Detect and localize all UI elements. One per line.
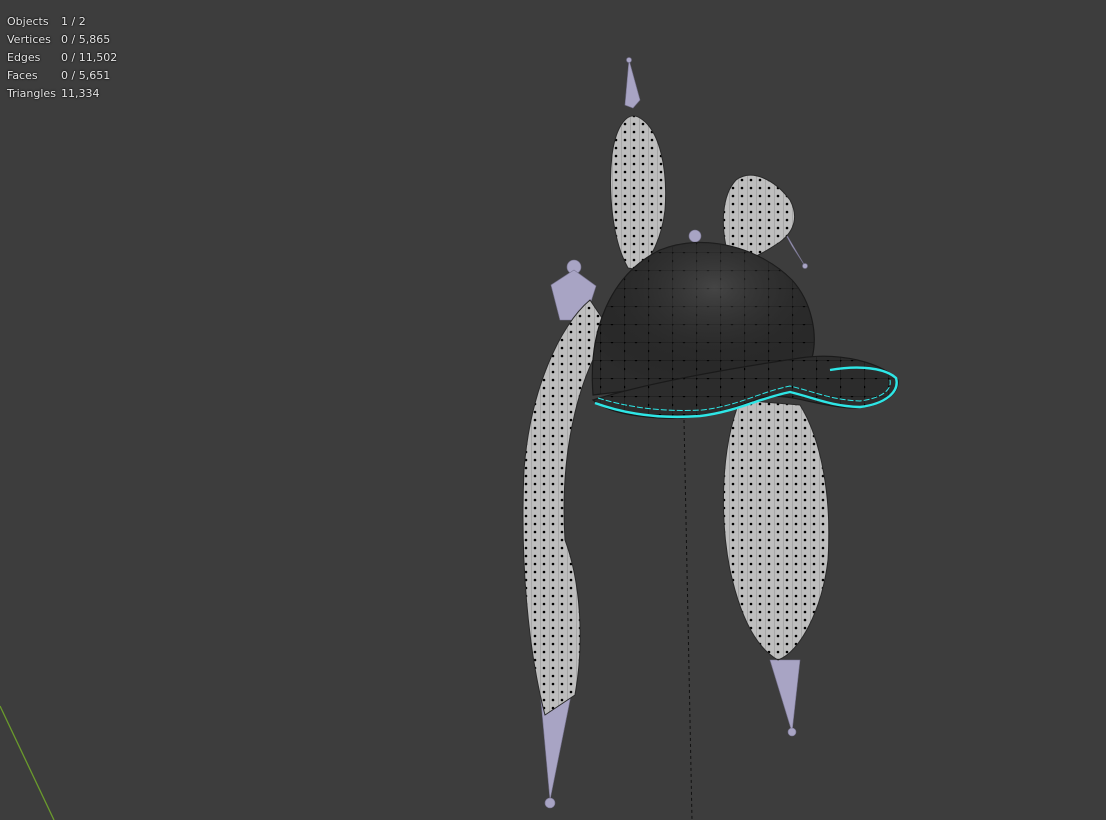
hair-strand-right[interactable] (722, 399, 830, 661)
stat-row-edges: Edges 0 / 11,502 (7, 49, 117, 67)
stat-row-faces: Faces 0 / 5,651 (7, 67, 117, 85)
stat-label: Edges (7, 51, 41, 64)
stat-value: 0 / 11,502 (61, 51, 118, 64)
stat-label: Objects (7, 15, 49, 28)
scene-canvas[interactable] (0, 0, 1106, 820)
stat-label: Faces (7, 69, 38, 82)
stat-value: 11,334 (61, 87, 100, 100)
y-axis-line (0, 705, 55, 820)
relationship-line (683, 419, 693, 820)
stat-value: 0 / 5,651 (61, 69, 111, 82)
stat-value: 0 / 5,865 (61, 33, 111, 46)
stat-row-objects: Objects 1 / 2 (7, 13, 117, 31)
stat-label: Triangles (7, 87, 56, 100)
ear-left[interactable] (610, 115, 667, 271)
stat-value: 1 / 2 (61, 15, 86, 28)
stat-label: Vertices (7, 33, 51, 46)
stat-row-vertices: Vertices 0 / 5,865 (7, 31, 117, 49)
stat-row-triangles: Triangles 11,334 (7, 85, 117, 103)
viewport-statistics-overlay: Objects 1 / 2 Vertices 0 / 5,865 Edges 0… (7, 13, 117, 103)
3d-viewport[interactable]: Objects 1 / 2 Vertices 0 / 5,865 Edges 0… (0, 0, 1106, 820)
